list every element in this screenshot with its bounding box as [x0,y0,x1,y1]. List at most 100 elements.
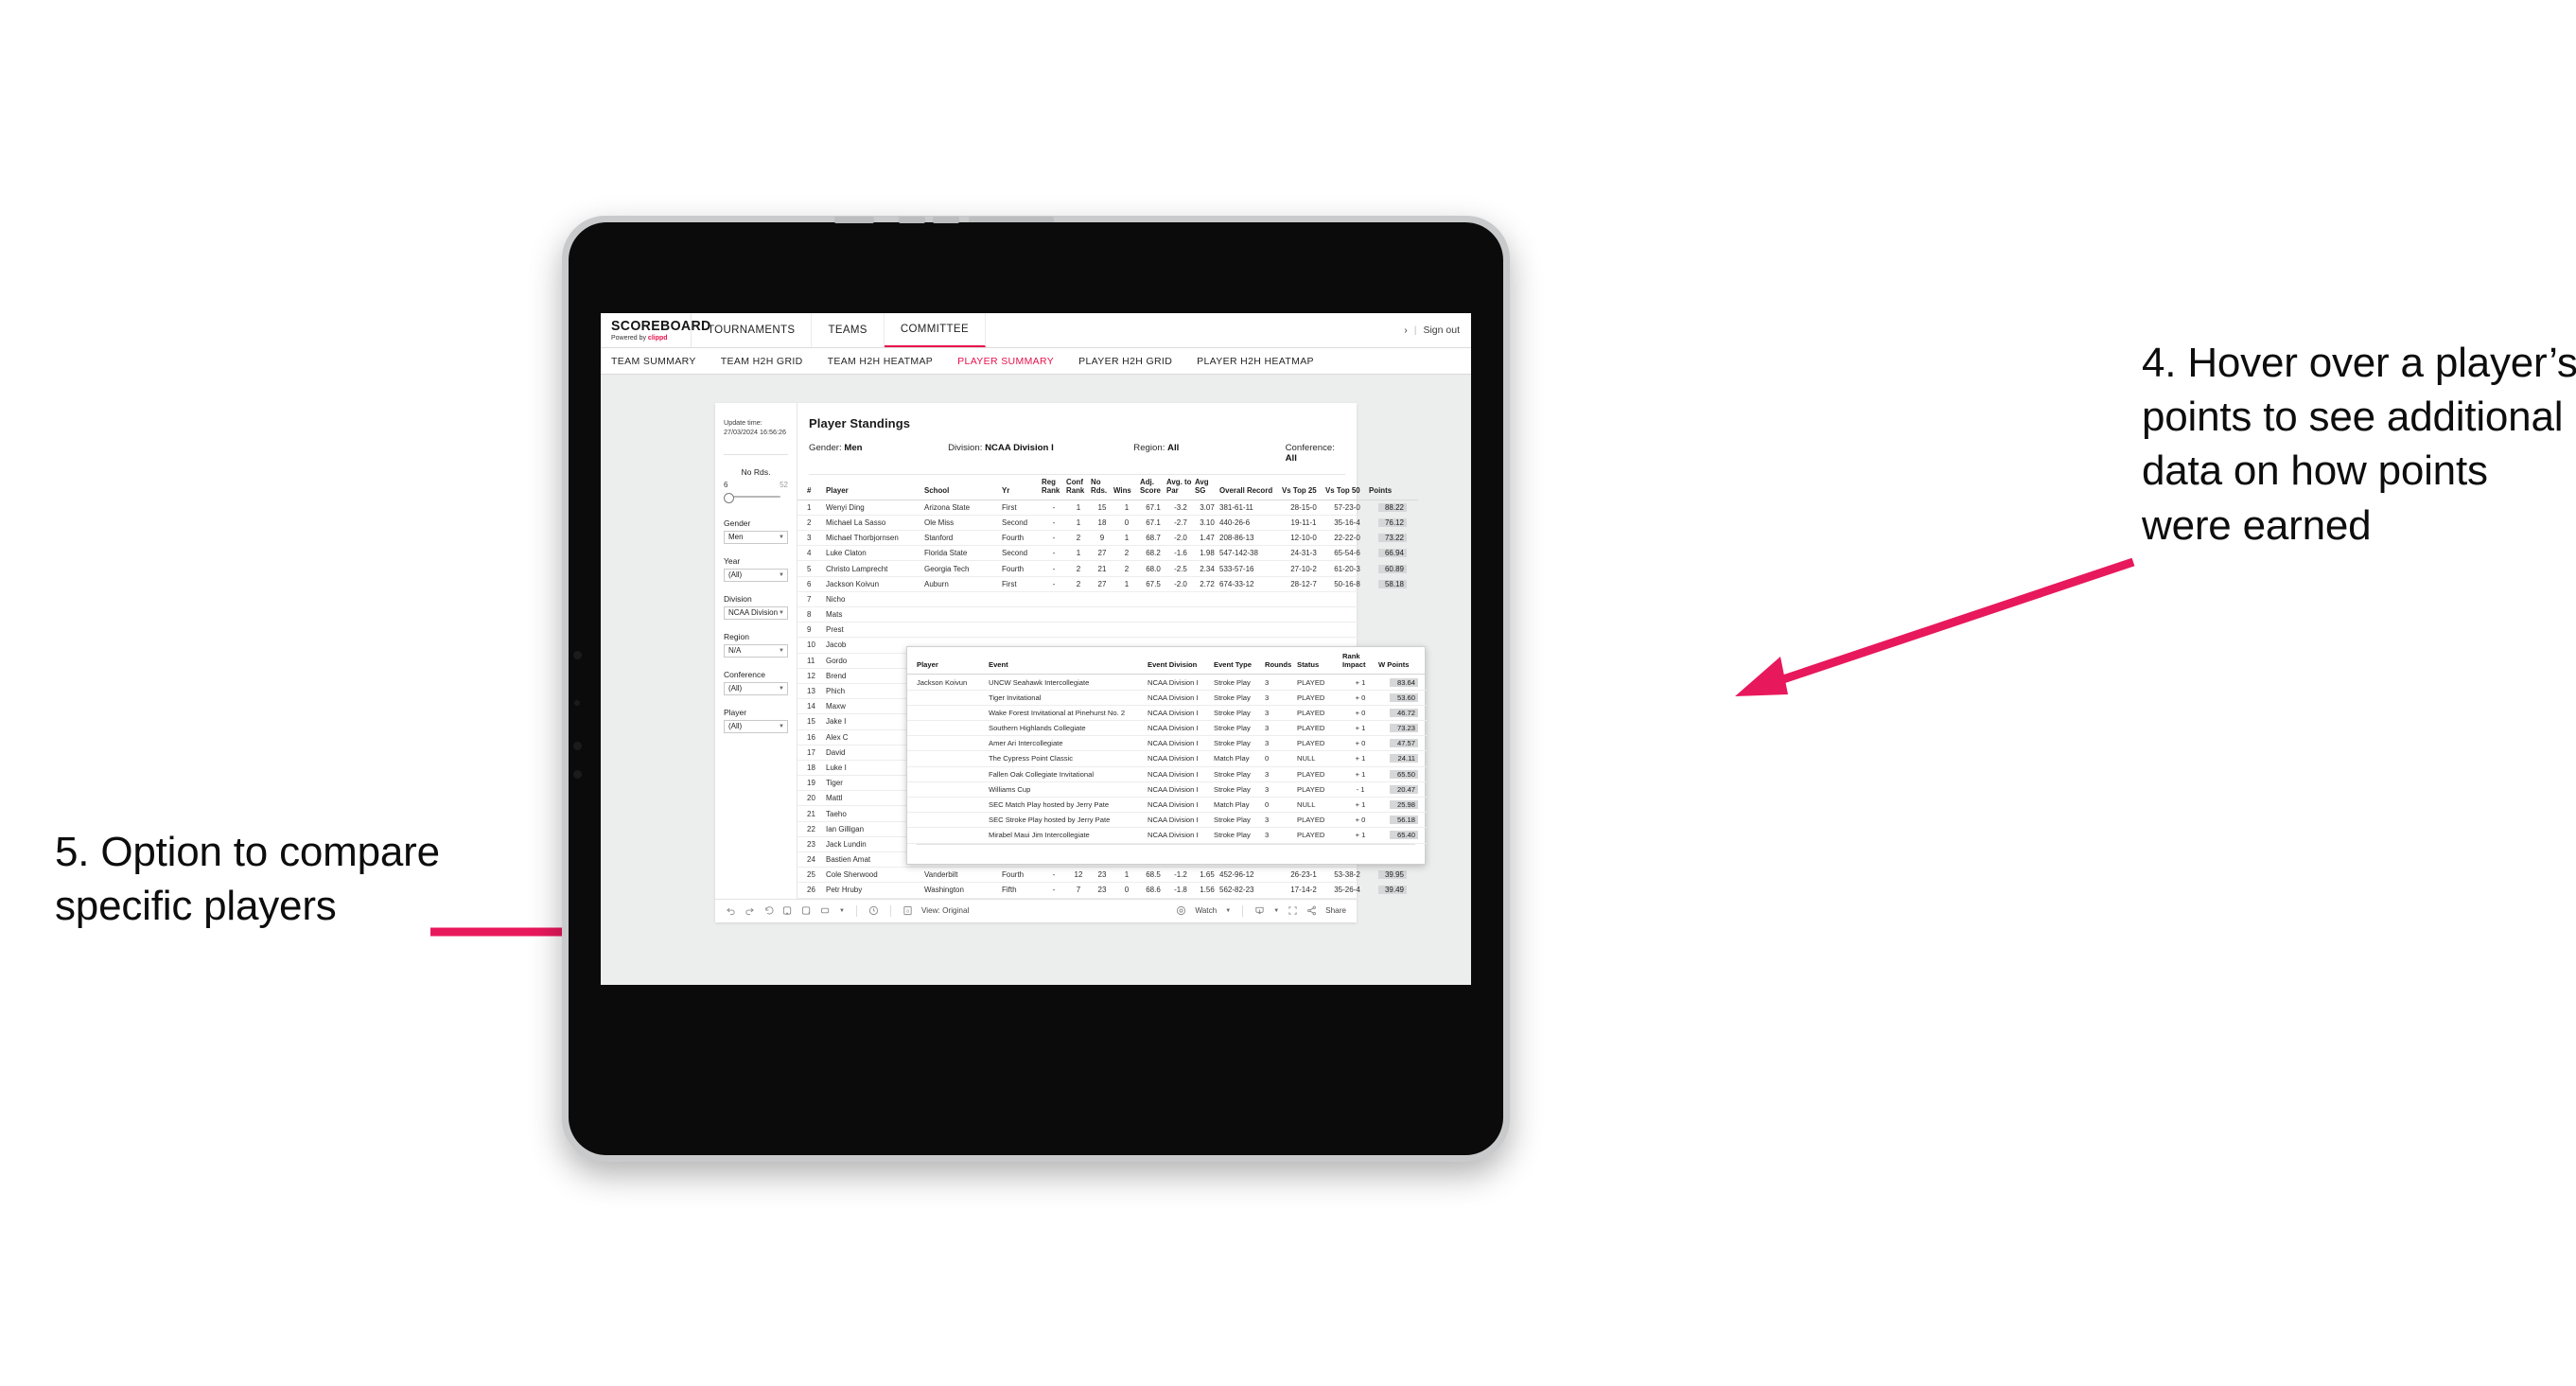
col-yr[interactable]: Yr [1002,475,1042,500]
chevron-down-icon[interactable]: ▼ [1273,908,1279,914]
subnav-player-h2h-heatmap[interactable]: PLAYER H2H HEATMAP [1197,356,1314,367]
watch-icon[interactable] [1176,905,1186,916]
cell-t25 [1282,622,1325,639]
cell-pts[interactable]: 39.49 [1369,882,1418,899]
nav-committee[interactable]: COMMITTEE [884,313,986,347]
subnav-team-h2h-heatmap[interactable]: TEAM H2H HEATMAP [828,356,934,367]
cell-pts[interactable]: 58.18 [1369,576,1418,592]
no-rounds-slider[interactable]: No Rds. 6 52 [724,467,788,503]
cell-pts[interactable] [1369,591,1418,608]
cell-t50: 22-22-0 [1325,530,1369,547]
points-value[interactable]: 88.22 [1378,502,1407,512]
cell-rr [1042,606,1066,623]
header-dots-icon[interactable]: › [1404,325,1408,336]
cell-pts[interactable]: 39.95 [1369,867,1418,884]
col-adj-score[interactable]: Adj. Score [1140,475,1166,500]
clock-history-icon[interactable] [868,905,879,916]
revert-icon[interactable] [763,905,774,916]
points-value[interactable]: 39.49 [1378,886,1407,895]
filter-region-select[interactable]: N/A ▼ [724,643,788,658]
nav-teams[interactable]: TEAMS [812,313,885,347]
undo-icon[interactable] [726,905,736,916]
cell-pts[interactable]: 60.89 [1369,560,1418,577]
col-wins[interactable]: Wins [1113,475,1140,500]
cell-num: 2 [797,515,826,532]
pause-icon[interactable] [801,905,812,916]
table-row[interactable]: 26 Petr Hruby Washington Fifth -7 23 0 68.6 -1.8… [797,882,1418,899]
filter-year-select[interactable]: (All) ▼ [724,568,788,582]
share-label[interactable]: Share [1325,906,1346,915]
cell-pts[interactable] [1369,606,1418,623]
col-vs-top-50[interactable]: Vs Top 50 [1325,475,1369,500]
filter-player-select[interactable]: (All) ▼ [724,719,788,733]
filter-conference-select[interactable]: (All) ▼ [724,681,788,695]
filter-division-select[interactable]: NCAA Division I ▼ [724,605,788,620]
points-value[interactable]: 39.95 [1378,870,1407,880]
table-row[interactable]: 3 Michael Thorbjornsen Stanford Fourth -2 9 1 6… [797,530,1418,547]
table-row[interactable]: 2 Michael La Sasso Ole Miss Second -1 18 0 67.1… [797,515,1418,532]
cell-w: 0 [1113,515,1140,532]
cell-nr: 21 [1091,560,1113,577]
points-value[interactable]: 60.89 [1378,564,1407,573]
table-row[interactable]: 1 Wenyi Ding Arizona State First -1 15 1 67.1 -3… [797,500,1418,516]
summary-division-label: Division: [948,443,983,453]
table-row[interactable]: 8 Mats [797,606,1418,623]
col-avg-to-par[interactable]: Avg. to Par [1166,475,1195,500]
view-original-label[interactable]: View: Original [921,906,969,915]
cell-atp: -2.0 [1166,530,1195,547]
col-reg-rank[interactable]: Reg Rank [1042,475,1066,500]
subnav-team-summary[interactable]: TEAM SUMMARY [611,356,696,367]
device-layout-icon[interactable] [820,905,831,916]
cell-pts[interactable] [1369,622,1418,639]
view-original-icon[interactable]: a [902,905,913,916]
subnav-player-summary[interactable]: PLAYER SUMMARY [957,356,1054,367]
col-player[interactable]: Player [826,475,924,500]
col-avg-sg[interactable]: Avg SG [1195,475,1219,500]
chevron-down-icon[interactable]: ▼ [839,908,845,914]
points-value[interactable]: 66.94 [1378,549,1407,558]
table-row[interactable]: 9 Prest [797,622,1418,639]
watch-label[interactable]: Watch [1195,906,1217,915]
cell-pts[interactable]: 88.22 [1369,500,1418,516]
cell-pts[interactable]: 66.94 [1369,545,1418,562]
subnav-player-h2h-grid[interactable]: PLAYER H2H GRID [1078,356,1172,367]
cell-pts[interactable]: 76.12 [1369,515,1418,532]
cell-num: 20 [797,790,826,807]
col-conf-rank[interactable]: Conf Rank [1066,475,1091,500]
fullscreen-icon[interactable] [1288,905,1298,916]
table-row[interactable]: 5 Christo Lamprecht Georgia Tech Fourth -2 21… [797,560,1418,577]
cell-num: 4 [797,545,826,562]
chevron-down-icon[interactable]: ▼ [1225,908,1231,914]
col-no-rds[interactable]: No Rds. [1091,475,1113,500]
table-row[interactable]: 6 Jackson Koivun Auburn First -2 27 1 67.5 -2.0 2… [797,576,1418,592]
share-icon[interactable] [1306,905,1317,916]
cell-pts[interactable]: 73.22 [1369,530,1418,547]
refresh-icon[interactable] [782,905,793,916]
points-value[interactable]: 73.22 [1378,534,1407,543]
brand-logo[interactable]: SCOREBOARD Powered by clippd [601,313,710,347]
table-row[interactable]: 7 Nicho [797,591,1418,608]
tooltip-cell-ri: + 1 [1342,720,1378,737]
download-icon[interactable] [1254,905,1265,916]
table-row[interactable]: 4 Luke Claton Florida State Second -1 27 2 68.2… [797,545,1418,562]
filter-gender-select[interactable]: Men ▼ [724,530,788,544]
points-value[interactable]: 76.12 [1378,518,1407,527]
toolbar-divider [855,904,857,917]
col-overall-record[interactable]: Overall Record [1219,475,1282,500]
slider-track[interactable] [724,492,788,503]
col-rank[interactable]: # [797,475,826,500]
subnav-team-h2h-grid[interactable]: TEAM H2H GRID [721,356,803,367]
cell-num: 11 [797,653,826,669]
col-school[interactable]: School [924,475,1002,500]
col-vs-top-25[interactable]: Vs Top 25 [1282,475,1325,500]
cell-or: 452-96-12 [1219,867,1282,884]
cell-pl: Christo Lamprecht [826,560,924,577]
points-value[interactable]: 58.18 [1378,579,1407,588]
sign-out-link[interactable]: Sign out [1423,325,1460,336]
table-row[interactable]: 25 Cole Sherwood Vanderbilt Fourth -12 23 1 68.… [797,867,1418,884]
slider-handle[interactable] [724,492,734,503]
redo-icon[interactable] [745,905,755,916]
tooltip-w-points-value: 25.98 [1390,800,1418,810]
col-points[interactable]: Points [1369,475,1418,500]
cell-atp: -2.7 [1166,515,1195,532]
